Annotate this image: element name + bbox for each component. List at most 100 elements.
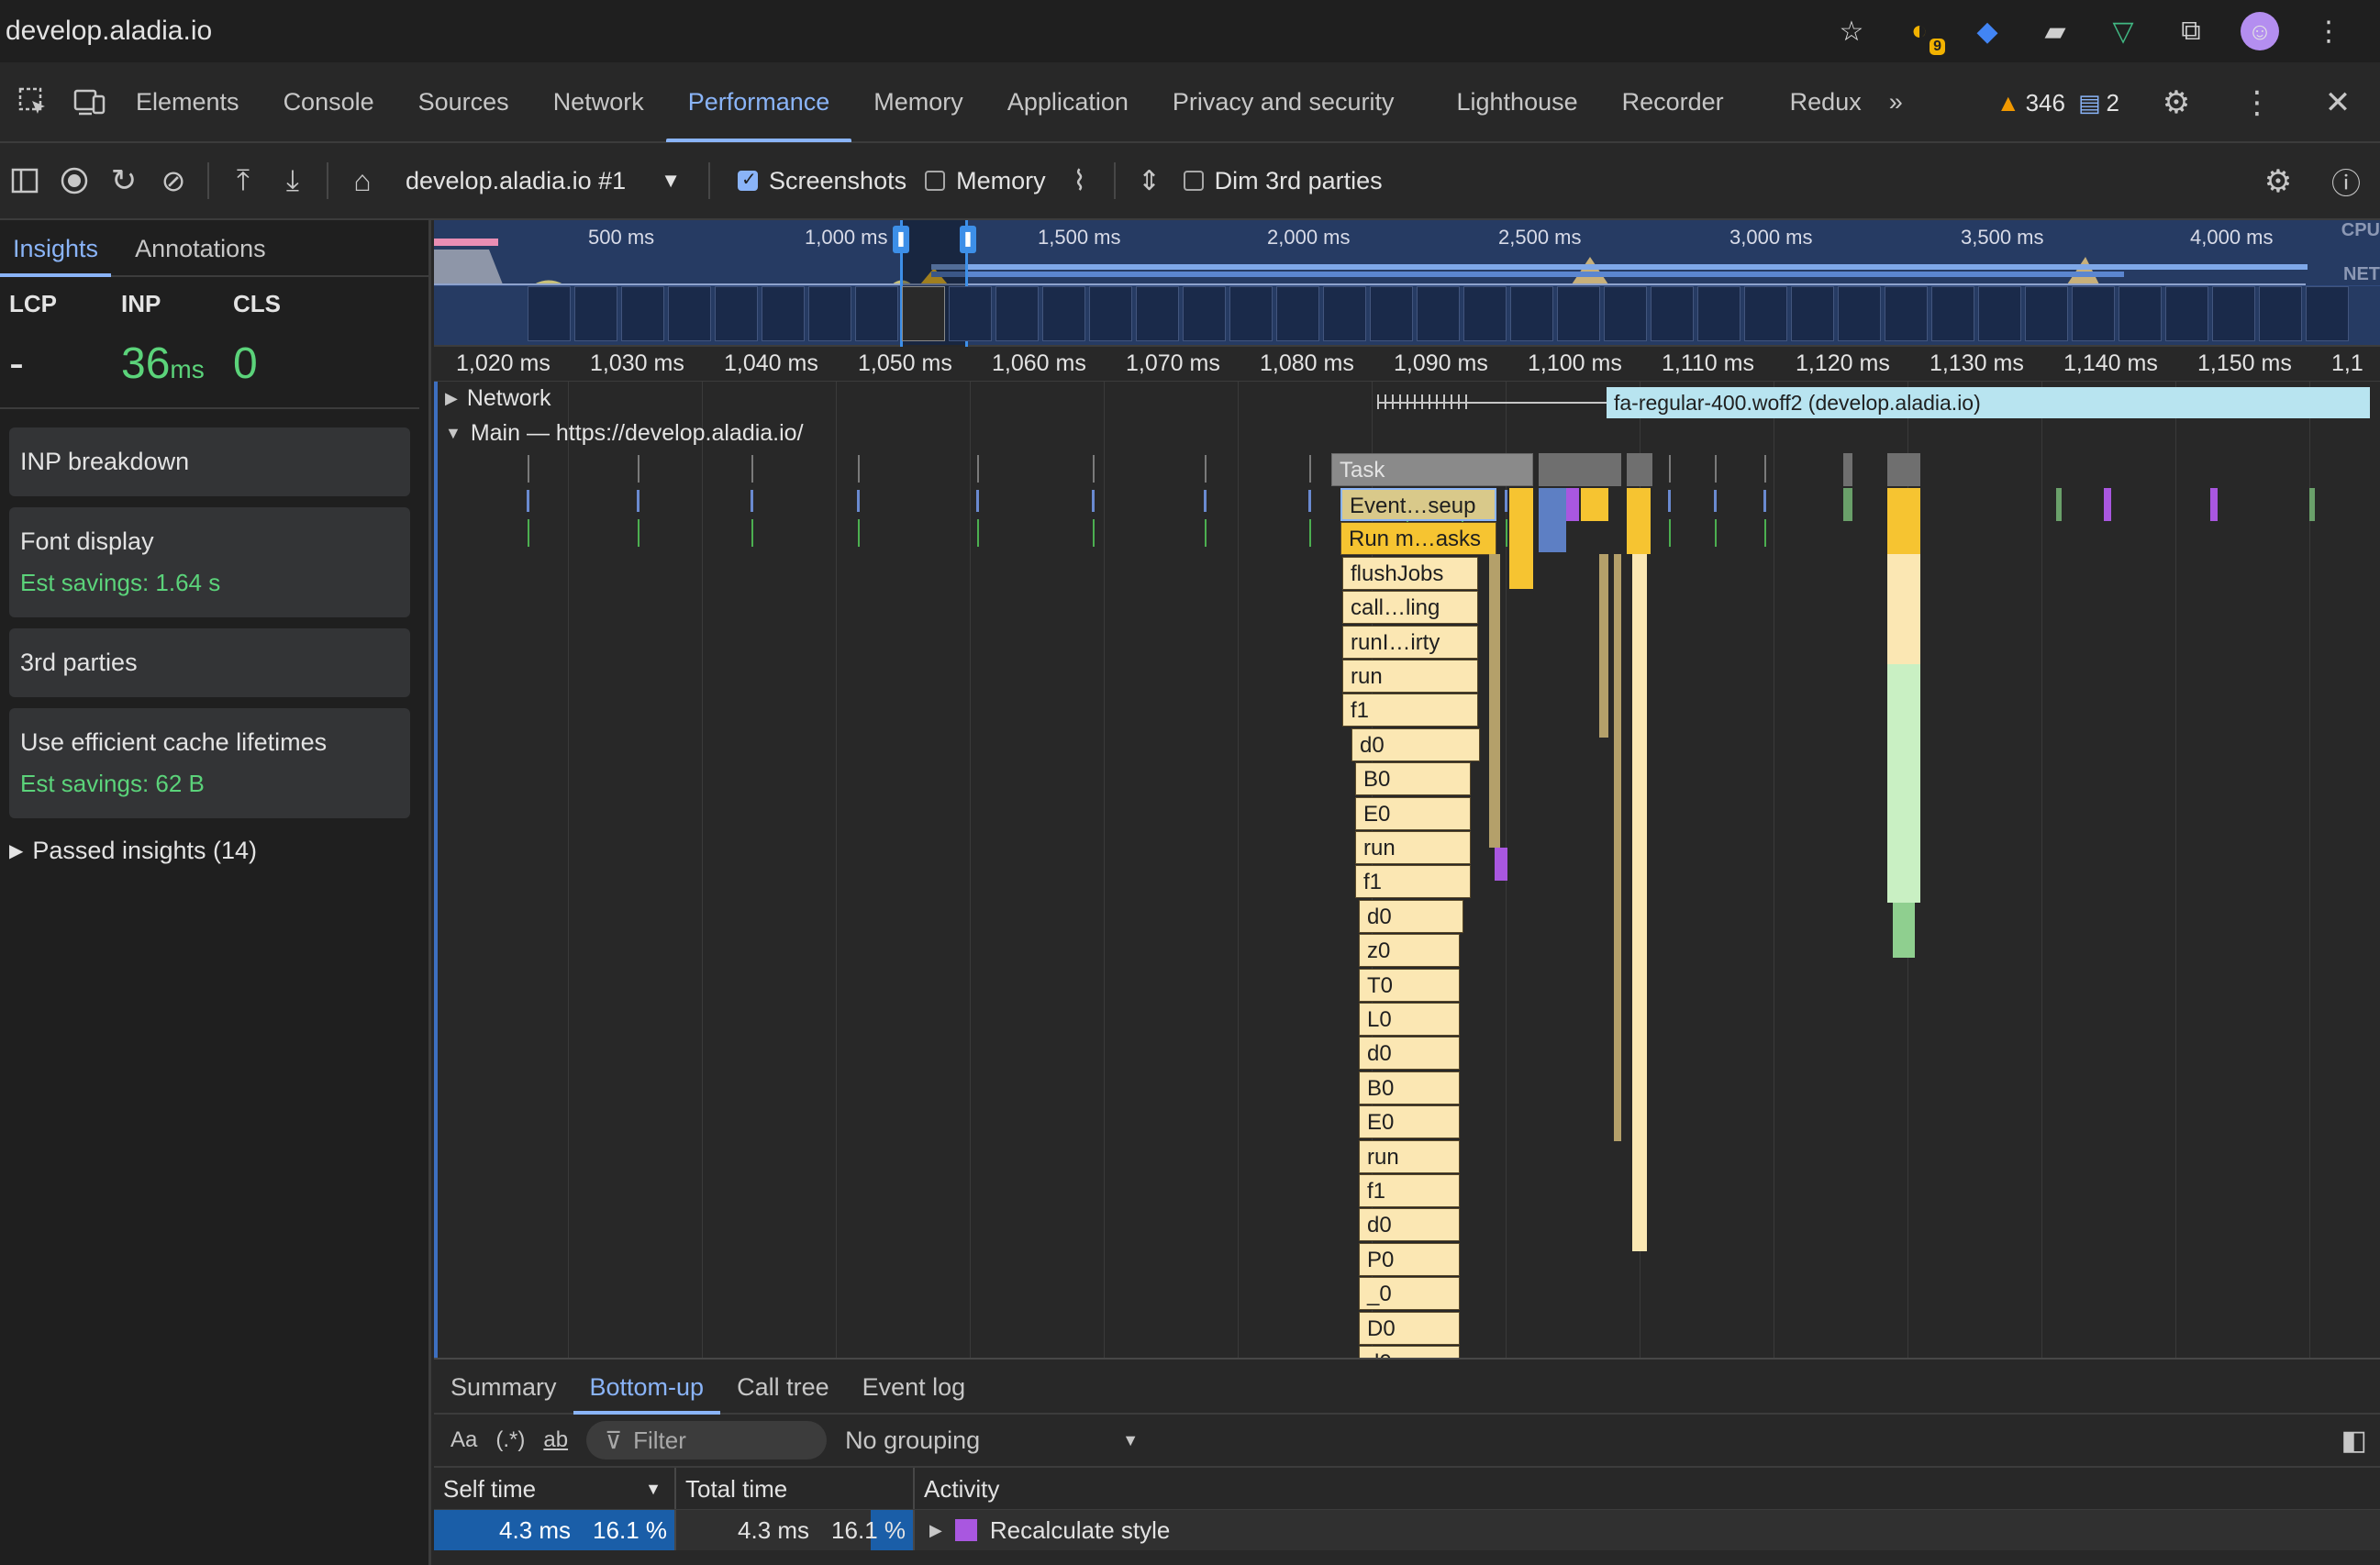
insight-font-display[interactable]: Font display Est savings: 1.64 s <box>9 507 410 617</box>
record-icon[interactable] <box>50 156 99 205</box>
devtools-menu-icon[interactable]: ⋮ <box>2233 79 2281 127</box>
event-marker[interactable] <box>637 490 639 512</box>
tab-elements[interactable]: Elements <box>114 61 261 142</box>
filmstrip-thumbnail[interactable] <box>2306 286 2349 341</box>
flame-event-sliver[interactable] <box>1566 488 1579 521</box>
filmstrip-thumbnail[interactable] <box>2165 286 2208 341</box>
event-marker[interactable] <box>1204 490 1207 512</box>
filmstrip-thumbnail[interactable] <box>1744 286 1787 341</box>
filmstrip-thumbnail[interactable] <box>855 286 898 341</box>
help-icon[interactable]: ⓘ <box>2321 157 2371 206</box>
filmstrip-thumbnail[interactable] <box>668 286 711 341</box>
settings-gear-icon[interactable]: ⚙ <box>2152 79 2200 127</box>
home-icon[interactable]: ⌂ <box>338 156 387 205</box>
tab-performance[interactable]: Performance <box>665 61 852 142</box>
flame-event-sliver[interactable] <box>1887 664 1920 903</box>
tab-annotations[interactable]: Annotations <box>122 220 279 275</box>
task-marker[interactable] <box>638 455 639 483</box>
filmstrip-thumbnail[interactable] <box>2212 286 2255 341</box>
flame-frame[interactable]: f1 <box>1359 1174 1460 1207</box>
event-marker[interactable] <box>1763 490 1766 512</box>
download-profile-icon[interactable]: ⤓ <box>268 156 317 205</box>
flame-frame[interactable]: Run m…asks <box>1340 522 1496 556</box>
toggle-sidebar-icon[interactable] <box>0 156 50 205</box>
flame-frame[interactable]: _0 <box>1359 1277 1460 1311</box>
event-marker[interactable] <box>751 519 753 547</box>
flame-event-sliver[interactable] <box>2309 488 2315 521</box>
memory-checkbox[interactable]: Memory <box>925 167 1046 195</box>
filmstrip-thumbnail[interactable] <box>2119 286 2162 341</box>
filmstrip-thumbnail[interactable] <box>1370 286 1413 341</box>
flame-frame[interactable]: d0 <box>1359 1208 1460 1242</box>
match-case-toggle[interactable]: Aa <box>450 1427 477 1453</box>
screenshots-checkbox-box[interactable] <box>738 168 758 191</box>
event-marker[interactable] <box>527 490 529 512</box>
filmstrip-thumbnail[interactable] <box>1417 286 1460 341</box>
filmstrip-thumbnail[interactable] <box>1838 286 1881 341</box>
selection-left-handle-icon[interactable]: ❚ <box>893 226 909 253</box>
reload-record-icon[interactable]: ↻ <box>99 156 149 205</box>
filmstrip-thumbnail[interactable] <box>528 286 571 341</box>
task-block[interactable]: Task <box>1331 453 1533 486</box>
filmstrip-thumbnail[interactable] <box>1463 286 1507 341</box>
event-marker[interactable] <box>858 519 860 547</box>
bookmark-star-icon[interactable]: ☆ <box>1833 13 1870 50</box>
flame-frame[interactable]: L0 <box>1359 1003 1460 1036</box>
filmstrip-thumbnail[interactable] <box>715 286 758 341</box>
profile-avatar[interactable]: ☺ <box>2241 12 2279 50</box>
event-marker[interactable] <box>638 519 639 547</box>
event-marker[interactable] <box>1715 519 1717 547</box>
flame-frame[interactable]: d0 <box>1359 899 1463 933</box>
event-marker[interactable] <box>1505 490 1507 512</box>
tab-bottom-up[interactable]: Bottom-up <box>573 1360 721 1415</box>
task-marker[interactable] <box>528 455 529 483</box>
filmstrip-thumbnail[interactable] <box>1604 286 1647 341</box>
main-track-header[interactable]: ▼ Main — https://develop.aladia.io/ <box>445 420 804 447</box>
col-total-time[interactable]: Total time <box>676 1468 915 1509</box>
device-toolbar-icon[interactable] <box>66 78 114 126</box>
flame-event-sliver[interactable] <box>1843 453 1852 486</box>
flame-frame[interactable]: d0 <box>1351 727 1480 761</box>
passed-insights-toggle[interactable]: ▶ Passed insights (14) <box>9 837 419 865</box>
filmstrip-thumbnail[interactable] <box>762 286 805 341</box>
tab-privacy-security[interactable]: Privacy and security <box>1151 61 1417 142</box>
task-marker[interactable] <box>1715 455 1717 483</box>
flame-frame[interactable]: B0 <box>1355 762 1471 796</box>
flame-frame[interactable]: d0 <box>1359 1346 1460 1358</box>
flame-event-sliver[interactable] <box>1627 488 1651 554</box>
flame-event-sliver[interactable] <box>1509 488 1533 589</box>
flame-event-sliver[interactable] <box>1627 453 1652 486</box>
event-marker[interactable] <box>1668 490 1671 512</box>
flame-frame[interactable]: z0 <box>1359 934 1460 968</box>
event-marker[interactable] <box>751 490 753 512</box>
filmstrip-thumbnail[interactable] <box>1042 286 1085 341</box>
col-activity[interactable]: Activity <box>915 1468 999 1509</box>
tab-summary[interactable]: Summary <box>434 1360 573 1413</box>
filmstrip-thumbnail[interactable] <box>1697 286 1741 341</box>
flame-event-sliver[interactable] <box>1489 554 1500 848</box>
flame-event-sliver[interactable] <box>1843 488 1852 521</box>
flame-frame[interactable]: E0 <box>1359 1105 1460 1139</box>
event-marker[interactable] <box>1093 519 1095 547</box>
event-marker[interactable] <box>977 519 979 547</box>
tab-redux[interactable]: Redux <box>1768 61 1884 142</box>
screenshots-checkbox[interactable]: Screenshots <box>738 167 906 195</box>
event-marker[interactable] <box>857 490 860 512</box>
event-marker[interactable] <box>1092 490 1095 512</box>
puzzle-extensions-icon[interactable]: ⧉ <box>2173 13 2209 50</box>
cube-extension-icon[interactable]: ▰ <box>2037 13 2074 50</box>
insight-cache-lifetimes[interactable]: Use efficient cache lifetimes Est saving… <box>9 708 410 818</box>
event-marker[interactable] <box>528 519 529 547</box>
flame-event-sliver[interactable] <box>1887 488 1920 554</box>
filmstrip-thumbnail[interactable] <box>1978 286 2021 341</box>
close-devtools-icon[interactable]: ✕ <box>2314 79 2362 127</box>
flame-event-sliver[interactable] <box>2104 488 2111 521</box>
flame-frame[interactable]: run <box>1359 1139 1460 1173</box>
collapse-tracks-icon[interactable]: ⇕ <box>1125 156 1174 205</box>
event-marker[interactable] <box>976 490 979 512</box>
filmstrip-thumbnail[interactable] <box>2259 286 2302 341</box>
tab-insights[interactable]: Insights <box>0 220 112 277</box>
flame-frame[interactable]: B0 <box>1359 1071 1460 1104</box>
flame-event-sliver[interactable] <box>1632 554 1647 1251</box>
network-request-bar[interactable]: fa-regular-400.woff2 (develop.aladia.io) <box>1607 387 2370 418</box>
